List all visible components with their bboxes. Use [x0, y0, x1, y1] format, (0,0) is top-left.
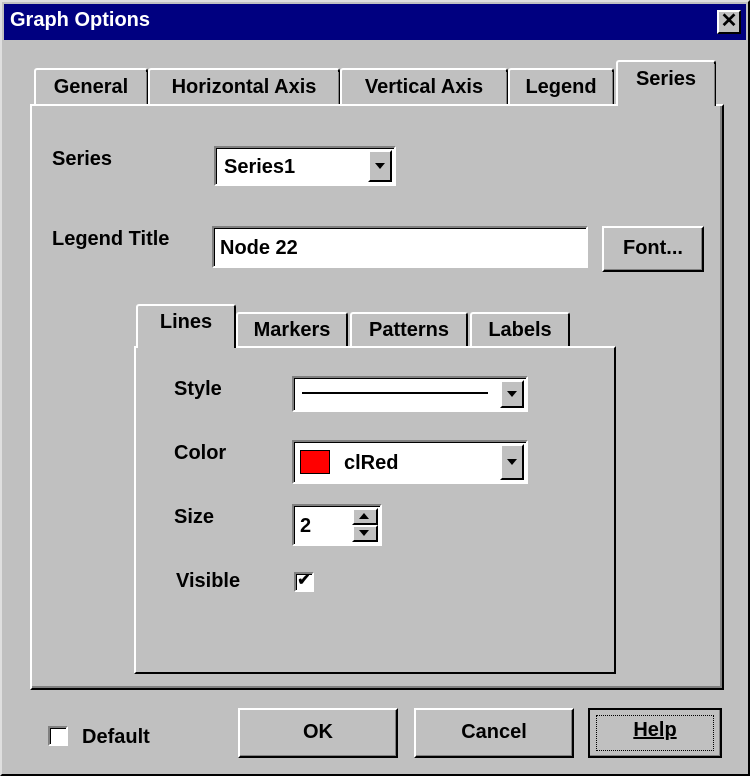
subtab-lines[interactable]: Lines	[136, 304, 236, 348]
chevron-down-icon	[375, 163, 385, 169]
subtab-markers-label: Markers	[253, 319, 331, 341]
tab-vertical-axis-label: Vertical Axis	[364, 76, 484, 98]
tab-legend[interactable]: Legend	[508, 68, 614, 106]
subtab-lines-label: Lines	[159, 311, 213, 333]
style-label: Style	[174, 378, 222, 400]
subtab-patterns-label: Patterns	[368, 319, 450, 341]
tab-general-label: General	[53, 76, 129, 98]
size-value: 2	[300, 515, 312, 537]
legend-title-label: Legend Title	[52, 228, 170, 250]
legend-title-input[interactable]: Node 22	[212, 226, 588, 268]
color-label: Color	[174, 442, 227, 464]
close-icon: ✕	[720, 10, 738, 32]
chevron-down-icon	[507, 391, 517, 397]
focus-ring	[596, 715, 714, 751]
legend-title-value: Node 22	[220, 237, 298, 259]
size-label: Size	[174, 506, 215, 528]
tab-vertical-axis[interactable]: Vertical Axis	[340, 68, 508, 106]
line-style-dropdown-button[interactable]	[500, 380, 524, 408]
tab-series-label: Series	[635, 68, 697, 90]
series-select[interactable]: Series1	[214, 146, 396, 186]
subtab-labels-label: Labels	[488, 319, 552, 341]
subtab-patterns[interactable]: Patterns	[350, 312, 468, 348]
series-dropdown-button[interactable]	[368, 150, 392, 182]
subtab-labels[interactable]: Labels	[470, 312, 570, 348]
help-button[interactable]: Help	[588, 708, 722, 758]
visible-checkbox[interactable]: ✔	[294, 572, 314, 592]
font-button[interactable]: Font...	[602, 226, 704, 272]
tab-horizontal-axis-label: Horizontal Axis	[171, 76, 317, 98]
color-select[interactable]: clRed	[292, 440, 528, 484]
cancel-button-label: Cancel	[461, 721, 527, 743]
subtab-markers[interactable]: Markers	[236, 312, 348, 348]
visible-label: Visible	[176, 570, 241, 592]
series-label: Series	[52, 148, 113, 170]
line-style-select[interactable]	[292, 376, 528, 412]
ok-button[interactable]: OK	[238, 708, 398, 758]
series-select-value: Series1	[224, 156, 296, 178]
tab-horizontal-axis[interactable]: Horizontal Axis	[148, 68, 340, 106]
color-select-value: clRed	[344, 452, 399, 474]
line-style-preview	[302, 392, 488, 394]
cancel-button[interactable]: Cancel	[414, 708, 574, 758]
chevron-down-icon	[507, 459, 517, 465]
default-checkbox[interactable]	[48, 726, 68, 746]
tab-general[interactable]: General	[34, 68, 148, 106]
size-decrement-button[interactable]	[352, 525, 378, 542]
size-spin-input[interactable]: 2	[292, 504, 382, 546]
tab-series[interactable]: Series	[616, 60, 716, 106]
ok-button-label: OK	[303, 721, 333, 743]
color-swatch	[300, 450, 330, 474]
tab-legend-label: Legend	[525, 76, 597, 98]
size-increment-button[interactable]	[352, 508, 378, 525]
default-label: Default	[82, 726, 150, 748]
color-dropdown-button[interactable]	[500, 444, 524, 480]
chevron-up-icon	[359, 513, 369, 519]
font-button-label: Font...	[623, 237, 683, 259]
close-button[interactable]: ✕	[717, 10, 741, 34]
checkmark-icon: ✔	[297, 572, 311, 589]
chevron-down-icon	[359, 530, 369, 536]
title-bar: Graph Options ✕	[4, 4, 746, 40]
window-title: Graph Options	[10, 9, 150, 31]
